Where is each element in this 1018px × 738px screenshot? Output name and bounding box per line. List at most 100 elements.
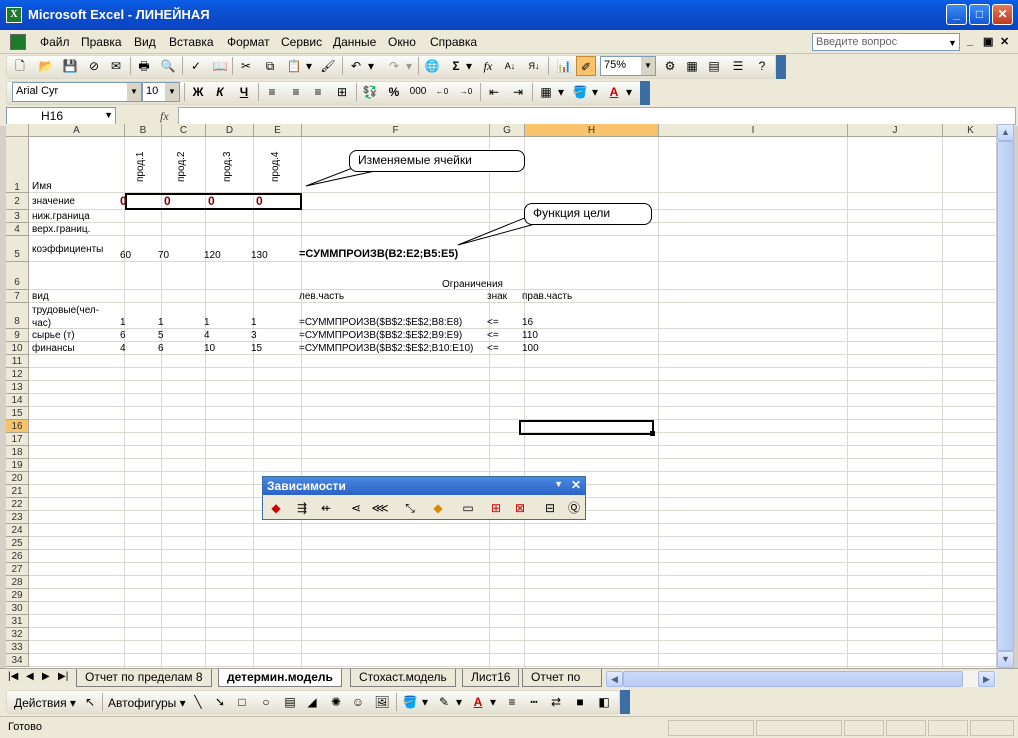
row-header-16[interactable]: 16 (6, 420, 29, 433)
italic-button[interactable]: К (210, 82, 230, 102)
cell-b8[interactable]: 1 (120, 317, 126, 328)
clipart-icon[interactable]: ☺ (348, 692, 368, 712)
row-header-23[interactable]: 23 (6, 511, 29, 524)
borders-icon[interactable]: ▦ (536, 82, 556, 102)
remove-precedents-icon[interactable]: ⇷ (317, 499, 335, 517)
doc-restore-icon[interactable]: ▣ (983, 35, 993, 48)
cell-b9[interactable]: 6 (120, 330, 126, 341)
cell-a8-line1[interactable]: трудовые(чел- (32, 305, 99, 316)
dash-style-icon[interactable]: ┅ (524, 692, 544, 712)
drawing-icon[interactable]: ✐ (576, 56, 596, 76)
active-cell-h16[interactable] (519, 420, 654, 435)
panes-icon[interactable]: ▦ (682, 56, 702, 76)
chevron-down-icon[interactable]: ▾ (304, 56, 314, 76)
chevron-down-icon[interactable]: ▾ (420, 692, 430, 712)
align-left-icon[interactable]: ≡ (262, 82, 282, 102)
sort-desc-icon[interactable]: Я↓ (524, 56, 544, 76)
chevron-down-icon[interactable]: ▼ (127, 83, 141, 101)
formula-input[interactable] (178, 107, 1016, 125)
row-header-9[interactable]: 9 (6, 329, 29, 342)
cell-h10[interactable]: 100 (522, 343, 539, 354)
spelling-icon[interactable]: ✓ (186, 56, 206, 76)
toolbar-overflow-icon[interactable] (620, 690, 630, 714)
row-header-18[interactable]: 18 (6, 446, 29, 459)
excel-icon[interactable]: X (6, 7, 22, 23)
row-header-33[interactable]: 33 (6, 641, 29, 654)
cell-e9[interactable]: 3 (251, 330, 257, 341)
line-color-icon[interactable]: ✎ (434, 692, 454, 712)
chevron-down-icon[interactable]: ▾ (590, 82, 600, 102)
doc-close-icon[interactable]: ✕ (1000, 35, 1009, 48)
remove-all-arrows-icon[interactable]: ⤡ (401, 499, 419, 517)
row-header-30[interactable]: 30 (6, 602, 29, 615)
minimize-button[interactable]: _ (946, 4, 967, 25)
menu-edit[interactable]: Правка (81, 35, 122, 49)
maximize-button[interactable]: □ (969, 4, 990, 25)
row-header-28[interactable]: 28 (6, 576, 29, 589)
autosum-icon[interactable]: Σ (446, 56, 466, 76)
cell-f7[interactable]: лев.часть (299, 291, 344, 302)
copy-icon[interactable]: ⧉ (260, 56, 280, 76)
wordart-icon[interactable]: ◢ (302, 692, 322, 712)
actions-menu[interactable]: Действия ▾ (14, 696, 76, 710)
cell-h9[interactable]: 110 (522, 330, 538, 341)
menu-view[interactable]: Вид (134, 35, 156, 49)
toolbar-options-icon[interactable]: ⚙ (660, 56, 680, 76)
row-header-15[interactable]: 15 (6, 407, 29, 420)
vertical-scroll-thumb[interactable] (997, 141, 1014, 651)
help-icon[interactable]: ? (752, 56, 772, 76)
trace-precedents-icon[interactable]: ⇶ (293, 499, 311, 517)
line-icon[interactable]: ╲ (188, 692, 208, 712)
function-icon[interactable]: fx (478, 56, 498, 76)
doc-minimize-icon[interactable]: _ (967, 35, 973, 47)
toolbar-overflow-icon[interactable] (640, 81, 650, 105)
table-icon[interactable]: ☰ (728, 56, 748, 76)
cell-g9[interactable]: <= (487, 330, 499, 341)
tab-sheet-3[interactable]: Стохаст.модель (350, 669, 456, 687)
row-header-11[interactable]: 11 (6, 355, 29, 368)
trace-error-icon[interactable]: ◆ (429, 499, 447, 517)
scroll-left-icon[interactable]: ◀ (606, 671, 623, 687)
select-pointer-icon[interactable]: ↖ (80, 692, 100, 712)
hyperlink-icon[interactable]: 🌐 (422, 56, 442, 76)
clear-validation-circles-icon[interactable]: ⊠ (511, 499, 529, 517)
evaluate-formula-icon[interactable]: Ⓠ (565, 499, 583, 517)
row-header-22[interactable]: 22 (6, 498, 29, 511)
chevron-down-icon[interactable]: ▾ (454, 692, 464, 712)
line-style-icon[interactable]: ≡ (502, 692, 522, 712)
help-search-input[interactable]: Введите вопрос (812, 33, 960, 51)
email-icon[interactable]: ✉ (106, 56, 126, 76)
menu-data[interactable]: Данные (333, 35, 376, 49)
chevron-down-icon[interactable]: ▾ (624, 82, 634, 102)
textbox-icon[interactable]: ▤ (280, 692, 300, 712)
bold-button[interactable]: Ж (188, 82, 208, 102)
cell-f6[interactable]: Ограничения (442, 279, 503, 290)
cell-c10[interactable]: 6 (158, 343, 164, 354)
insert-function-icon[interactable]: fx (160, 109, 169, 124)
save-icon[interactable]: 💾 (60, 56, 80, 76)
toolbar-overflow-icon[interactable] (776, 55, 786, 79)
fill-handle[interactable] (650, 431, 655, 436)
cell-h7[interactable]: прав.часть (522, 291, 572, 302)
tab-sheet-5[interactable]: Отчет по пр (522, 669, 602, 687)
align-right-icon[interactable]: ≡ (308, 82, 328, 102)
cell-g10[interactable]: <= (487, 343, 499, 354)
diagram-icon[interactable]: ✺ (326, 692, 346, 712)
thousands-button[interactable]: 000 (406, 82, 430, 102)
workbook-icon[interactable] (10, 34, 26, 50)
underline-button[interactable]: Ч (234, 82, 254, 102)
prev-sheet-icon[interactable]: ◀ (26, 671, 34, 682)
cell-e8[interactable]: 1 (251, 317, 257, 328)
trace-dependents-icon[interactable]: ⋖ (347, 499, 365, 517)
row-header-21[interactable]: 21 (6, 485, 29, 498)
chevron-down-icon[interactable]: ▾ (366, 56, 376, 76)
3d-icon[interactable]: ◧ (594, 692, 614, 712)
row-header-31[interactable]: 31 (6, 615, 29, 628)
tab-sheet-1[interactable]: Отчет по пределам 8 (76, 669, 212, 687)
chevron-down-icon[interactable]: ▾ (488, 692, 498, 712)
row-header-13[interactable]: 13 (6, 381, 29, 394)
chevron-down-icon[interactable]: ▼ (641, 57, 655, 75)
cell-h8[interactable]: 16 (522, 317, 533, 328)
new-icon[interactable]: 🗋 (10, 56, 30, 76)
cell-f9[interactable]: =СУММПРОИЗВ($B$2:$E$2;B9:E9) (299, 330, 462, 341)
